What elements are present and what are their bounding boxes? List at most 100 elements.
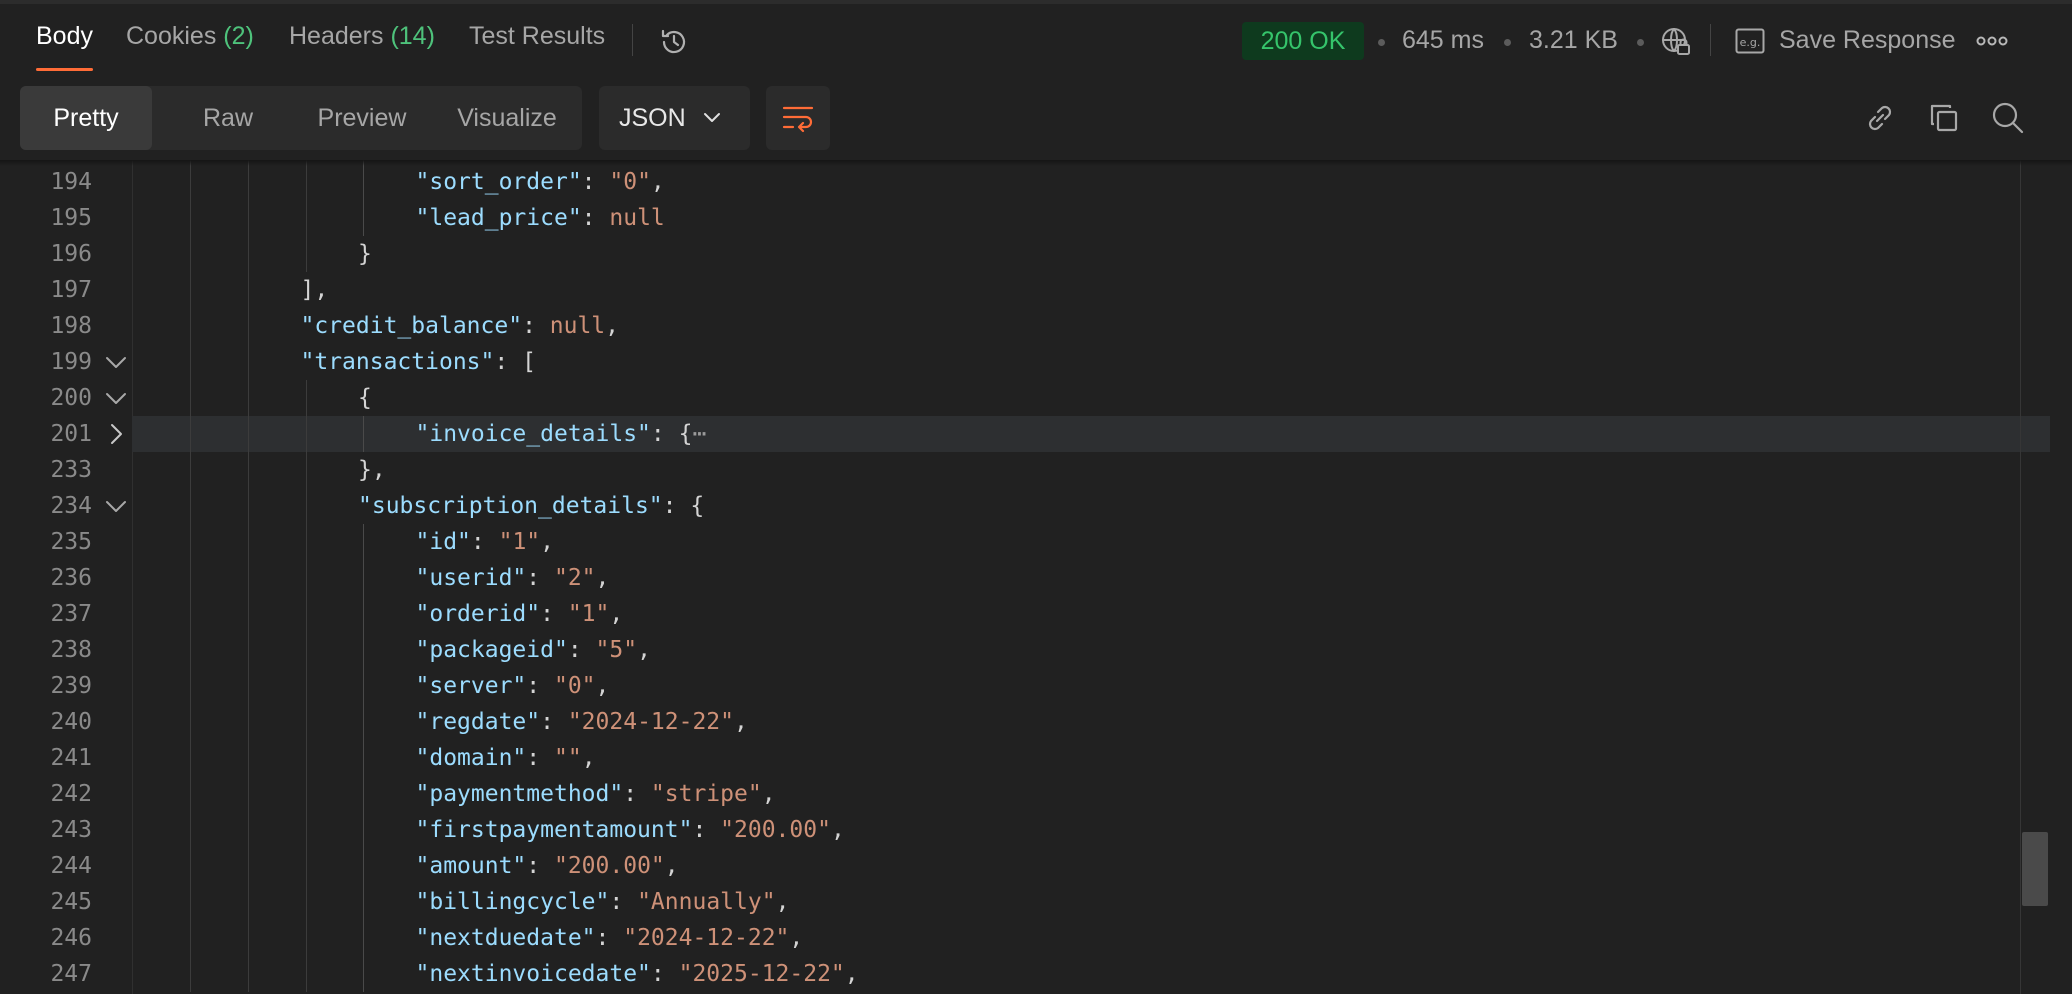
code-text: "amount": "200.00", [416, 848, 679, 884]
json-value: "1" [567, 601, 610, 627]
code-line: 198 "credit_balance": null, [0, 308, 2050, 344]
json-punctuation: : [526, 745, 554, 771]
code-line: 199 "transactions": [ [0, 344, 2050, 380]
json-key: "subscription_details" [358, 493, 663, 519]
line-number: 195 [50, 205, 92, 231]
json-punctuation: : [595, 925, 624, 951]
code-line: 238 "packageid": "5", [0, 632, 2050, 668]
json-key: "nextinvoicedate" [415, 961, 651, 987]
json-punctuation: : [526, 565, 554, 591]
copy-icon[interactable] [1924, 98, 1964, 138]
line-number: 236 [50, 565, 92, 591]
view-mode-group: Pretty Raw Preview Visualize [20, 86, 582, 150]
line-number: 197 [50, 277, 92, 303]
response-time[interactable]: 645 ms [1402, 26, 1484, 55]
code-text: } [358, 236, 372, 272]
code-line: 236 "userid": "2", [0, 560, 2050, 596]
json-value: "5" [595, 637, 638, 663]
response-panel: Body Cookies (2) Headers (14) Test Resul… [0, 0, 2072, 994]
status-badge: 200 OK [1242, 22, 1364, 60]
line-number: 233 [50, 457, 92, 483]
chevron-down-icon[interactable] [104, 488, 128, 524]
code-line: 196} [0, 236, 2050, 272]
line-number: 247 [50, 961, 92, 987]
json-punctuation: : [540, 601, 568, 627]
indent-guide [363, 416, 364, 452]
wrap-lines-button[interactable] [766, 86, 830, 150]
tab-cookies[interactable]: Cookies (2) [126, 22, 254, 51]
json-punctuation: : [526, 853, 554, 879]
link-icon[interactable] [1860, 98, 1900, 138]
code-line: 241 "domain": "", [0, 740, 2050, 776]
code-line: 195 "lead_price": null [0, 200, 2050, 236]
code-line: 243 "firstpaymentamount": "200.00", [0, 812, 2050, 848]
tab-cookies-label: Cookies [126, 22, 217, 50]
tab-headers[interactable]: Headers (14) [289, 22, 435, 51]
code-text: "invoice_details": {⋯ [416, 416, 707, 452]
view-preview-button[interactable]: Preview [292, 86, 432, 150]
history-icon[interactable] [652, 20, 696, 64]
json-punctuation: { [358, 385, 372, 411]
line-number: 234 [50, 493, 92, 519]
json-punctuation: , [761, 781, 776, 807]
line-number: 201 [50, 421, 92, 447]
more-icon[interactable] [1974, 26, 2010, 56]
meta-dot [1637, 39, 1644, 46]
svg-text:e.g.: e.g. [1740, 36, 1761, 49]
meta-separator [1710, 24, 1711, 56]
json-value: "stripe" [650, 781, 762, 807]
chevron-right-icon[interactable] [104, 416, 128, 452]
json-value: "2" [553, 565, 596, 591]
response-size[interactable]: 3.21 KB [1529, 26, 1618, 55]
code-text: "nextduedate": "2024-12-22", [416, 920, 804, 956]
json-punctuation: , [595, 565, 610, 591]
json-key: "transactions" [300, 349, 495, 375]
tab-body[interactable]: Body [36, 22, 93, 51]
tab-body-label: Body [36, 22, 93, 50]
tab-test-results[interactable]: Test Results [469, 22, 605, 51]
json-punctuation: , [581, 745, 596, 771]
format-select[interactable]: JSON [599, 86, 750, 150]
save-response-button[interactable]: Save Response [1779, 26, 1956, 55]
example-icon[interactable]: e.g. [1734, 24, 1766, 58]
json-value: "0" [609, 169, 651, 195]
json-punctuation: : { [650, 421, 693, 447]
json-code-viewer[interactable]: 194 "sort_order": "0", 195 "lead_price": nu… [0, 160, 2072, 994]
code-text: "paymentmethod": "stripe", [416, 776, 776, 812]
json-key: "regdate" [415, 709, 541, 735]
json-punctuation: , [609, 601, 624, 627]
line-number: 242 [50, 781, 92, 807]
code-line: 244 "amount": "200.00", [0, 848, 2050, 884]
json-punctuation: , [605, 313, 620, 339]
json-punctuation: : { [662, 493, 705, 519]
collapsed-ellipsis[interactable]: ⋯ [692, 421, 706, 447]
json-punctuation: : [581, 169, 610, 195]
code-line: 247 "nextinvoicedate": "2025-12-22", [0, 956, 2050, 992]
line-number: 235 [50, 529, 92, 555]
json-punctuation: : [609, 889, 638, 915]
json-key: "userid" [415, 565, 527, 591]
line-number: 238 [50, 637, 92, 663]
view-raw-button[interactable]: Raw [156, 86, 300, 150]
line-number: 239 [50, 673, 92, 699]
toolbar-shadow [0, 160, 2072, 166]
code-text: "nextinvoicedate": "2025-12-22", [416, 956, 859, 992]
view-pretty-button[interactable]: Pretty [20, 86, 152, 150]
view-visualize-button[interactable]: Visualize [432, 86, 582, 150]
code-line: 239 "server": "0", [0, 668, 2050, 704]
tab-headers-count: (14) [390, 22, 435, 50]
code-line: 200 { [0, 380, 2050, 416]
search-icon[interactable] [1988, 98, 2028, 138]
json-value: "2024-12-22" [623, 925, 790, 951]
json-punctuation: : [522, 313, 550, 339]
chevron-down-icon[interactable] [104, 380, 128, 416]
json-punctuation: , [734, 709, 748, 735]
json-key: "packageid" [415, 637, 568, 663]
scrollbar-thumb[interactable] [2022, 832, 2048, 906]
json-key: "amount" [415, 853, 527, 879]
code-text: "server": "0", [416, 668, 610, 704]
globe-lock-icon[interactable] [1656, 20, 1696, 64]
tab-test-results-label: Test Results [469, 22, 606, 50]
chevron-down-icon[interactable] [104, 344, 128, 380]
code-text: "userid": "2", [416, 560, 610, 596]
